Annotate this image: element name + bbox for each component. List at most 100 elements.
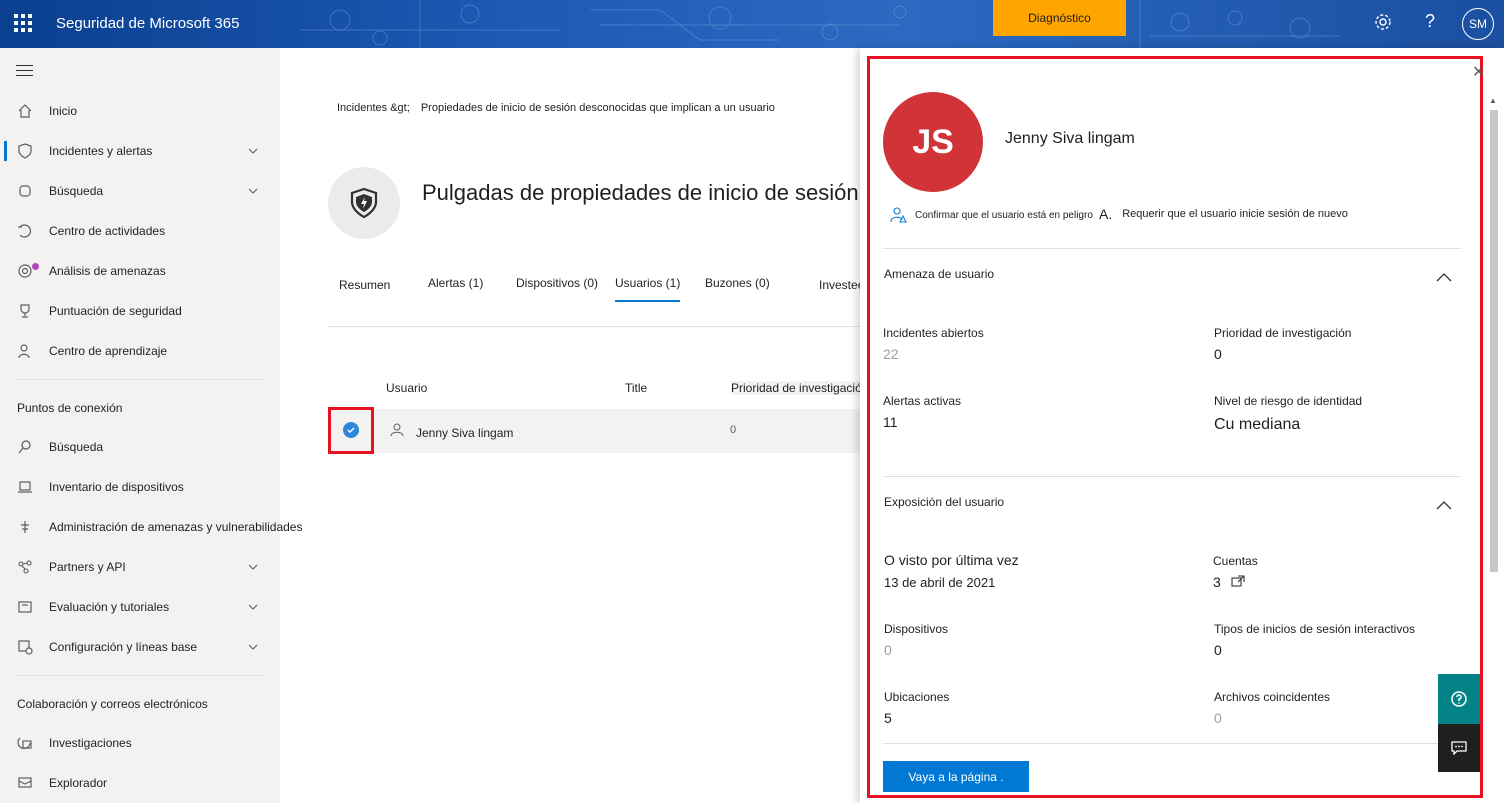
accounts-value[interactable]: 3 [1213,574,1245,590]
gear-icon[interactable] [1373,12,1393,37]
help-button[interactable] [1438,674,1480,724]
feedback-button[interactable] [1438,724,1480,772]
breadcrumb-root-link[interactable]: Incidentes &gt; [337,102,410,114]
close-icon[interactable]: ✕ [1472,62,1485,82]
active-alerts-value: 11 [883,414,898,430]
sidebar-item-label: Inventario de dispositivos [49,480,184,494]
column-header-priority[interactable]: Prioridad de investigación [731,381,869,395]
checkmark-icon[interactable] [343,422,359,438]
confirm-compromised-action[interactable]: Confirmar que el usuario está en peligro [889,206,1093,224]
sidebar-item-partners-api[interactable]: Partners y API [0,547,280,587]
sidebar-divider [16,379,264,380]
open-incidents-value: 22 [883,346,899,362]
tab-summary[interactable]: Resumen [339,278,390,292]
account-avatar[interactable]: SM [1462,8,1494,40]
user-warning-icon [890,207,907,223]
sidebar-item-tvm[interactable]: Administración de amenazas y vulnerabili… [0,507,302,547]
sidebar-item-label: Puntuación de seguridad [49,304,182,318]
active-alerts-label: Alertas activas [883,394,962,408]
devices-value: 0 [884,642,892,658]
open-external-icon[interactable] [1231,575,1245,587]
go-to-user-page-button[interactable]: Vaya a la página . [883,761,1029,792]
accounts-count: 3 [1213,574,1221,590]
sidebar-item-label: Partners y API [49,560,126,574]
tabs-divider [328,326,860,327]
locations-label: Ubicaciones [884,690,950,704]
sidebar-item-label: Búsqueda [49,440,104,454]
sidebar-section-endpoints: Puntos de conexión [17,401,123,415]
search-icon [16,438,34,456]
sidebar-item-configuration[interactable]: Configuración y líneas base [0,627,280,667]
chevron-down-icon[interactable] [248,602,258,612]
diagnostics-button[interactable]: Diagnóstico [993,0,1126,36]
hunting-icon [16,182,34,200]
sidebar-item-evaluation[interactable]: Evaluación y tutoriales [0,587,280,627]
sidebar-item-learning-hub[interactable]: Centro de aprendizaje [0,331,280,371]
hamburger-menu-icon[interactable] [16,65,33,80]
app-title[interactable]: Seguridad de Microsoft 365 [56,15,239,32]
sidebar-item-hunting[interactable]: Búsqueda [0,171,280,211]
action-label: Confirmar que el usuario está en peligro [915,209,1093,221]
sidebar-item-device-inventory[interactable]: Inventario de dispositivos [0,467,280,507]
tab-alerts[interactable]: Alertas (1) [428,276,483,290]
sidebar-section-collaboration: Colaboración y correos electrónicos [17,697,208,711]
sidebar-item-home[interactable]: Inicio [0,91,280,131]
chevron-down-icon[interactable] [248,562,258,572]
sidebar-item-label: Centro de actividades [49,224,166,238]
table-row[interactable] [328,409,860,453]
tab-devices[interactable]: Dispositivos (0) [516,276,598,290]
last-seen-value: 13 de abril de 2021 [884,575,996,590]
tab-users[interactable]: Usuarios (1) [615,276,681,302]
sidebar-item-label: Inicio [49,104,78,118]
chevron-up-icon[interactable] [1436,272,1452,282]
sidebar-item-threat-analytics[interactable]: Análisis de amenazas [0,251,280,291]
chevron-down-icon[interactable] [248,146,258,156]
row-selection-highlight[interactable] [328,407,374,454]
tab-mailboxes[interactable]: Buzones (0) [705,276,770,290]
sidebar-item-label: Centro de aprendizaje [49,344,168,358]
partners-icon [16,558,34,576]
last-seen-label: O visto por última vez [884,552,1019,568]
column-header-user[interactable]: Usuario [386,381,427,395]
matching-files-value: 0 [1214,710,1222,726]
chevron-down-icon[interactable] [248,642,258,652]
sidebar-item-action-center[interactable]: Centro de actividades [0,211,280,251]
sidebar-item-secure-score[interactable]: Puntuación de seguridad [0,291,280,331]
sidebar-item-investigations[interactable]: Investigaciones [0,723,280,763]
sidebar-item-label: Incidentes y alertas [49,144,153,158]
config-icon [16,638,34,656]
section-user-threat[interactable]: Amenaza de usuario [884,267,994,281]
sidebar-item-label: Evaluación y tutoriales [49,600,170,614]
sidebar-item-explorer[interactable]: Explorador [0,763,280,803]
interactive-signin-value: 0 [1214,642,1222,658]
panel-divider [883,476,1461,477]
resignin-icon: A. [1099,206,1113,222]
app-launcher-icon[interactable] [14,14,32,32]
column-header-title[interactable]: Title [625,381,647,395]
user-icon [390,423,404,437]
row-user-name[interactable]: Jenny Siva lingam [416,426,513,440]
sidebar-item-incidents[interactable]: Incidentes y alertas [0,131,280,171]
row-investigation-priority: 0 [730,424,737,436]
require-resignin-action[interactable]: A. Requerir que el usuario inicie sesión… [1099,206,1348,222]
section-user-exposure[interactable]: Exposición del usuario [884,495,1004,509]
sidebar-item-endpoint-search[interactable]: Búsqueda [0,427,280,467]
trophy-icon [16,302,34,320]
panel-scrollbar[interactable]: ▲ [1488,96,1500,576]
matching-files-label: Archivos coincidentes [1214,690,1331,704]
scrollbar-thumb[interactable] [1490,110,1498,572]
tvm-icon [16,518,34,536]
chevron-down-icon[interactable] [248,186,258,196]
sidebar-item-label: Explorador [49,776,108,790]
panel-divider [883,248,1461,249]
tab-investigations[interactable]: Investee [819,278,864,292]
question-icon [1451,691,1467,707]
incident-tabs: Resumen Alertas (1) Dispositivos (0) Usu… [328,270,864,306]
sidebar-item-label: Búsqueda [49,184,104,198]
scroll-up-arrow[interactable]: ▲ [1489,96,1497,105]
incident-shield-icon [328,167,400,239]
chevron-up-icon[interactable] [1436,500,1452,510]
devices-label: Dispositivos [884,622,949,636]
help-icon[interactable]: ? [1425,11,1435,32]
home-icon [16,102,34,120]
